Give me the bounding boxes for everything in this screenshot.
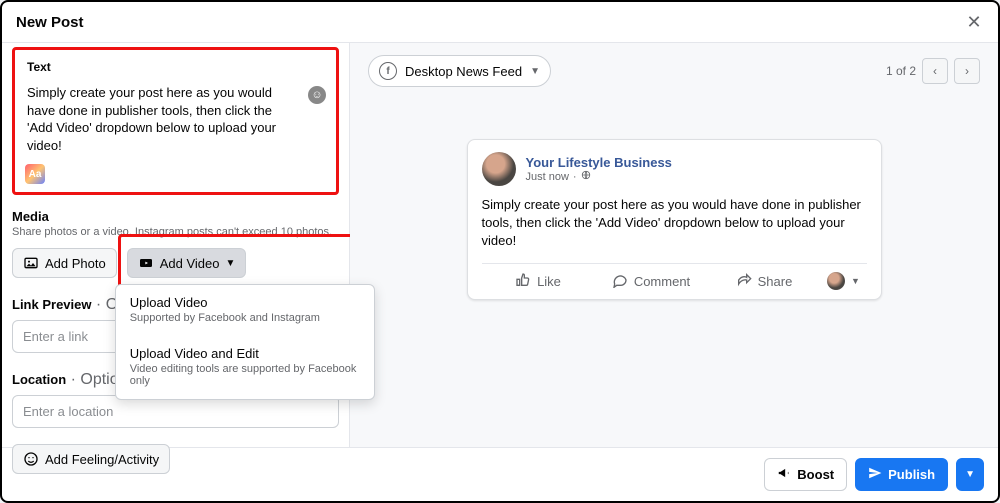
share-as-button[interactable]: ▼	[821, 264, 867, 299]
post-preview-card: Your Lifestyle Business Just now · Simpl…	[467, 139, 882, 300]
globe-icon	[581, 170, 591, 183]
upload-video-option[interactable]: Upload Video Supported by Facebook and I…	[116, 285, 374, 336]
text-section: Text Simply create your post here as you…	[12, 47, 339, 195]
emoji-picker-button[interactable]: ☺	[308, 86, 326, 104]
post-page-name[interactable]: Your Lifestyle Business	[526, 155, 672, 170]
chevron-right-icon: ›	[965, 64, 969, 78]
boost-button[interactable]: Boost	[764, 458, 847, 491]
page-title: New Post	[16, 14, 84, 31]
upload-video-title: Upload Video	[130, 295, 360, 310]
emoji-icon: ☺	[311, 89, 322, 101]
like-icon	[515, 272, 531, 291]
publish-button[interactable]: Publish	[855, 458, 948, 491]
chevron-left-icon: ‹	[933, 64, 937, 78]
media-section-label: Media	[12, 209, 339, 224]
like-label: Like	[537, 274, 561, 289]
chevron-down-icon: ▼	[225, 258, 235, 269]
avatar	[482, 152, 516, 186]
feed-name: Desktop News Feed	[405, 64, 522, 79]
paging-text: 1 of 2	[886, 64, 916, 78]
post-text-content[interactable]: Simply create your post here as you woul…	[27, 84, 287, 154]
post-timestamp: Just now	[526, 171, 569, 183]
publish-label: Publish	[888, 467, 935, 482]
send-icon	[868, 466, 882, 483]
boost-label: Boost	[797, 467, 834, 482]
comment-button[interactable]: Comment	[595, 264, 708, 299]
location-label: Location	[12, 372, 66, 387]
next-page-button[interactable]: ›	[954, 58, 980, 84]
smile-icon	[23, 451, 39, 467]
share-label: Share	[758, 274, 793, 289]
close-button[interactable]: ✕	[964, 12, 984, 32]
text-section-label: Text	[27, 60, 324, 74]
add-photo-label: Add Photo	[45, 256, 106, 271]
media-section-sub: Share photos or a video. Instagram posts…	[12, 226, 339, 238]
prev-page-button[interactable]: ‹	[922, 58, 948, 84]
feed-selector[interactable]: f Desktop News Feed ▼	[368, 55, 551, 87]
feeling-label: Add Feeling/Activity	[45, 452, 159, 467]
upload-video-edit-title: Upload Video and Edit	[130, 346, 360, 361]
close-icon: ✕	[966, 12, 981, 33]
upload-video-sub: Supported by Facebook and Instagram	[130, 312, 360, 324]
add-photo-button[interactable]: Add Photo	[12, 248, 117, 278]
post-body-text: Simply create your post here as you woul…	[482, 196, 867, 251]
chevron-down-icon: ▼	[530, 66, 540, 77]
comment-label: Comment	[634, 274, 690, 289]
background-picker-button[interactable]: Aa	[25, 164, 45, 184]
aa-icon: Aa	[29, 169, 42, 180]
mini-avatar	[827, 272, 845, 290]
chevron-down-icon: ▼	[851, 276, 860, 286]
megaphone-icon	[777, 466, 791, 483]
share-button[interactable]: Share	[708, 264, 821, 299]
share-icon	[736, 272, 752, 291]
publish-options-button[interactable]: ▼	[956, 458, 984, 491]
facebook-circle-icon: f	[379, 62, 397, 80]
add-video-button[interactable]: Add Video ▼	[127, 248, 247, 278]
upload-video-edit-sub: Video editing tools are supported by Fac…	[130, 363, 360, 387]
comment-icon	[612, 272, 628, 291]
chevron-down-icon: ▼	[965, 469, 975, 480]
add-feeling-button[interactable]: Add Feeling/Activity	[12, 444, 170, 474]
link-preview-label: Link Preview	[12, 297, 91, 312]
video-icon	[138, 255, 154, 271]
location-input[interactable]	[12, 395, 339, 428]
image-icon	[23, 255, 39, 271]
add-video-label: Add Video	[160, 256, 220, 271]
upload-video-edit-option[interactable]: Upload Video and Edit Video editing tool…	[116, 336, 374, 399]
add-video-dropdown: Upload Video Supported by Facebook and I…	[115, 284, 375, 400]
like-button[interactable]: Like	[482, 264, 595, 299]
